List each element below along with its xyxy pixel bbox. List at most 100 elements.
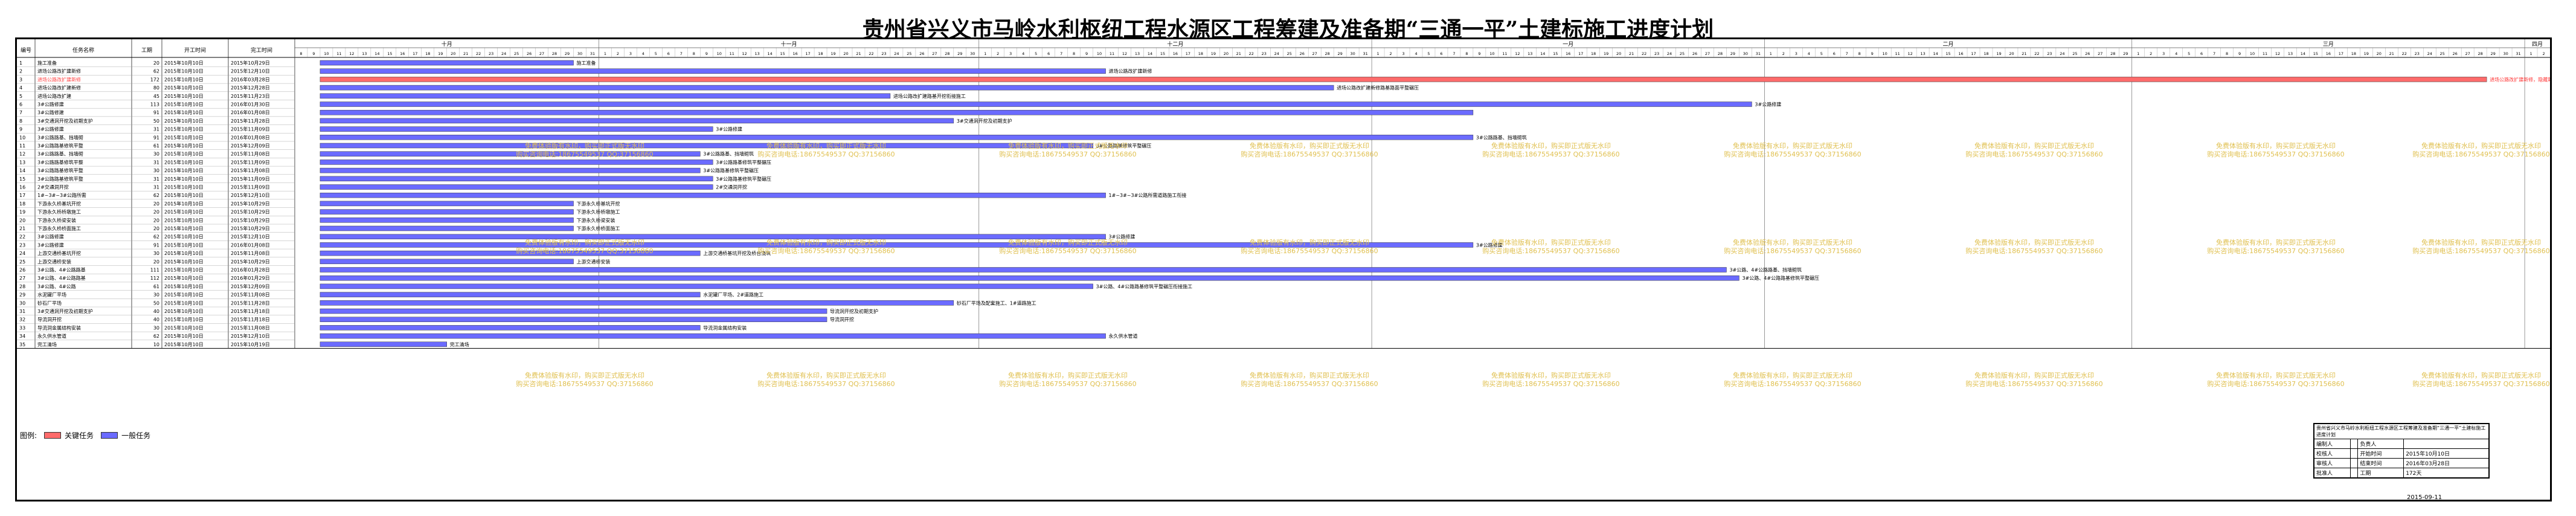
day-tick-label: 17 xyxy=(1971,51,1976,56)
task-cell: 33 xyxy=(19,325,25,331)
task-cell: 3#公路修建 xyxy=(37,126,64,132)
day-tick-label: 13 xyxy=(2288,51,2293,56)
watermark-text: 购买咨询电话:18675549537 QQ:37156860 xyxy=(2412,247,2549,255)
watermark-text: 购买咨询电话:18675549537 QQ:37156860 xyxy=(1965,247,2102,255)
day-tick-label: 16 xyxy=(1958,51,1963,56)
day-tick-label: 3 xyxy=(1402,51,1404,56)
day-tick-label: 9 xyxy=(312,51,315,56)
task-cell: 20 xyxy=(153,201,159,207)
watermark-text: 购买咨询电话:18675549537 QQ:37156860 xyxy=(1241,150,1378,158)
task-cell: 2015年11月18日 xyxy=(231,317,270,323)
task-cell: 3#公路路基、挡墙砌 xyxy=(37,134,83,140)
legend-normal-swatch xyxy=(101,432,118,439)
task-cell: 20 xyxy=(153,210,159,215)
task-cell: 2015年10月29日 xyxy=(231,209,270,215)
bar-label: 上游交通桥安装 xyxy=(577,259,611,265)
legend-critical-label: 关键任务 xyxy=(65,431,94,440)
day-tick-label: 5 xyxy=(1427,51,1430,56)
day-tick-label: 2 xyxy=(617,51,619,56)
day-tick-label: 20 xyxy=(2009,51,2014,56)
watermark-text: 购买咨询电话:18675549537 QQ:37156860 xyxy=(999,379,1136,388)
watermark-text: 购买咨询电话:18675549537 QQ:37156860 xyxy=(1965,150,2102,158)
task-cell: 31 xyxy=(19,309,25,314)
day-tick-label: 30 xyxy=(577,51,582,56)
day-tick-label: 23 xyxy=(489,51,493,56)
watermark-text: 免费体验版有水印，购买即正式版无水印 xyxy=(2216,238,2336,247)
task-cell: 2015年10月10日 xyxy=(164,68,204,74)
day-tick-label: 18 xyxy=(1591,51,1596,56)
task-cell: 11 xyxy=(19,143,25,149)
gantt-bar xyxy=(320,143,1093,149)
gantt-bar xyxy=(320,167,701,173)
task-cell: 9 xyxy=(19,127,22,132)
task-cell: 20 xyxy=(153,60,159,66)
day-tick-label: 25 xyxy=(907,51,911,56)
task-cell: 14 xyxy=(19,168,25,173)
day-tick-label: 11 xyxy=(1110,51,1114,56)
task-cell: 完工清场 xyxy=(37,341,57,347)
watermark-text: 购买咨询电话:18675549537 QQ:37156860 xyxy=(757,247,895,255)
day-tick-label: 4 xyxy=(1022,51,1024,56)
day-tick-label: 12 xyxy=(349,51,354,56)
task-cell: 19 xyxy=(19,210,25,215)
day-tick-label: 21 xyxy=(2389,51,2394,56)
gantt-bar xyxy=(320,93,891,99)
day-tick-label: 5 xyxy=(2188,51,2190,56)
watermark-text: 购买咨询电话:18675549537 QQ:37156860 xyxy=(2207,150,2344,158)
task-cell: 2015年11月08日 xyxy=(231,324,270,331)
day-tick-label: 1 xyxy=(1377,51,1380,56)
task-cell: 10 xyxy=(153,342,159,347)
gantt-bar xyxy=(320,126,713,132)
bar-label: 完工清场 xyxy=(450,341,469,347)
day-tick-label: 15 xyxy=(387,51,392,56)
gantt-bar xyxy=(320,341,447,347)
gantt-bar xyxy=(320,234,1106,239)
task-cell: 111 xyxy=(150,268,159,273)
day-tick-label: 24 xyxy=(1667,51,1672,56)
task-cell: 2015年10月29日 xyxy=(231,225,270,231)
watermark-text: 免费体验版有水印，购买即正式版无水印 xyxy=(525,371,644,379)
day-tick-label: 11 xyxy=(730,51,734,56)
watermark-text: 购买咨询电话:18675549537 QQ:37156860 xyxy=(1724,379,1861,388)
bar-label: 下游永久桥桥面施工 xyxy=(577,225,620,231)
day-tick-label: 29 xyxy=(1338,51,1343,56)
bar-label: 3#公路路基修筑平整碾压 xyxy=(703,167,759,173)
day-tick-label: 7 xyxy=(1846,51,1848,56)
task-cell: 61 xyxy=(153,284,159,289)
task-cell: 40 xyxy=(153,309,159,314)
watermark-text: 购买咨询电话:18675549537 QQ:37156860 xyxy=(1241,247,1378,255)
watermark-text: 免费体验版有水印，购买即正式版无水印 xyxy=(2421,141,2541,150)
task-cell: 8 xyxy=(19,118,22,124)
task-cell: 15 xyxy=(19,176,25,182)
day-tick-label: 4 xyxy=(642,51,644,56)
task-cell: 2015年10月10日 xyxy=(164,308,204,314)
watermark-text: 购买咨询电话:18675549537 QQ:37156860 xyxy=(999,247,1136,255)
day-tick-label: 9 xyxy=(1085,51,1088,56)
day-tick-label: 18 xyxy=(1198,51,1203,56)
legend-title: 图例: xyxy=(20,431,37,440)
task-cell: 3#公路路基修筑平整 xyxy=(37,176,83,182)
day-tick-label: 21 xyxy=(463,51,468,56)
legend: 图例: 关键任务 一般任务 xyxy=(20,430,150,440)
task-cell: 61 xyxy=(153,143,159,149)
task-cell: 水泥罐厂平场 xyxy=(37,292,66,298)
info-cell: 结束时间 xyxy=(2357,458,2404,468)
bar-label: 导流洞开挖 xyxy=(830,317,854,323)
task-cell: 下游永久桥梁安装 xyxy=(37,217,76,223)
task-cell: 2015年10月10日 xyxy=(164,275,204,281)
column-header: 工期 xyxy=(141,47,152,54)
task-cell: 16 xyxy=(19,185,25,190)
day-tick-label: 19 xyxy=(1211,51,1216,56)
gantt-bar xyxy=(320,292,701,297)
gantt-bar xyxy=(320,85,1334,91)
bar-label: 3#公路修建 xyxy=(1755,102,1781,108)
column-header: 任务名称 xyxy=(72,47,94,54)
task-cell: 2015年10月10日 xyxy=(164,102,204,108)
info-cell: 审核人 xyxy=(2314,458,2351,468)
watermark-text: 免费体验版有水印，购买即正式版无水印 xyxy=(1733,238,1852,247)
task-cell: 2015年10月10日 xyxy=(164,217,204,223)
task-cell: 2015年11月09日 xyxy=(231,159,270,165)
month-label: 十二月 xyxy=(1167,40,1183,48)
task-cell: 进场公路改扩建 xyxy=(37,93,71,99)
gantt-bar xyxy=(320,192,1106,198)
